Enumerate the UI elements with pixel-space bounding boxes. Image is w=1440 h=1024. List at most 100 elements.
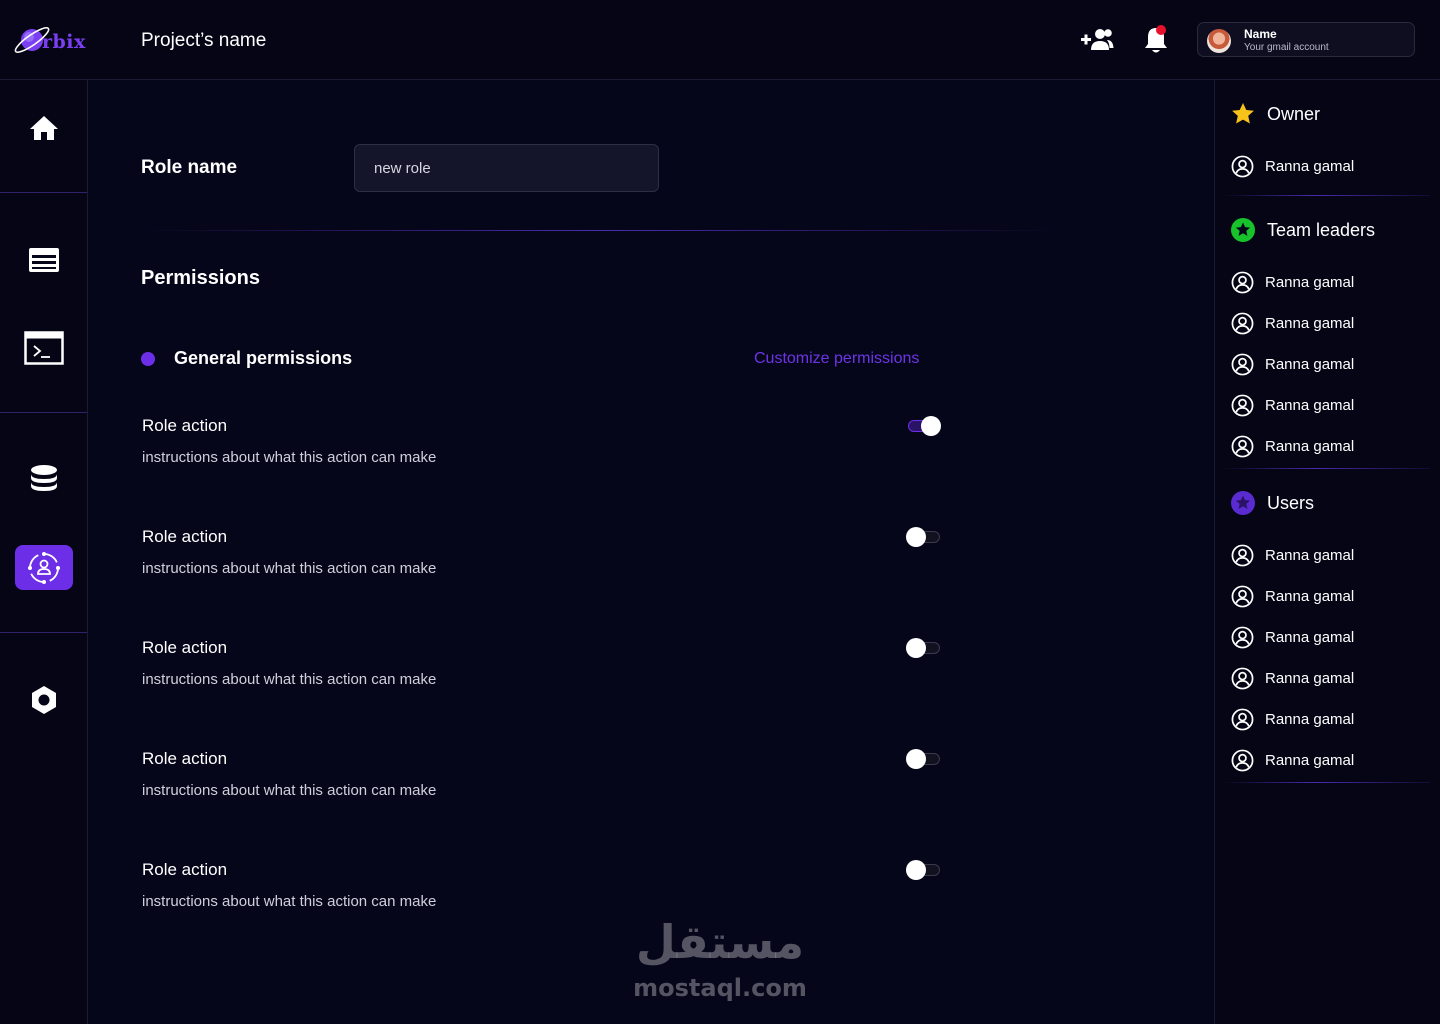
- action-title: Role action: [142, 416, 228, 435]
- roles-icon: [28, 551, 60, 584]
- user-circle-icon: [1231, 353, 1254, 376]
- user-circle-icon: [1231, 585, 1254, 608]
- database-icon: [31, 464, 57, 491]
- action-title: Role action: [142, 860, 228, 879]
- action-description: instructions about what this action can …: [142, 782, 437, 799]
- member-item[interactable]: Ranna gamal: [1231, 353, 1354, 376]
- member-name: Ranna gamal: [1265, 438, 1355, 455]
- home-icon: [30, 115, 58, 140]
- nav-roles[interactable]: [15, 545, 73, 590]
- notifications-button[interactable]: [1141, 24, 1171, 56]
- nav-database[interactable]: [15, 457, 73, 502]
- user-circle-icon: [1231, 155, 1254, 178]
- member-item[interactable]: Ranna gamal: [1231, 312, 1354, 335]
- action-title: Role action: [142, 527, 228, 546]
- member-name: Ranna gamal: [1265, 315, 1355, 332]
- top-header: rbix Project’s name Name Your gmail acco…: [0, 0, 1440, 80]
- user-circle-icon: [1231, 749, 1254, 772]
- member-name: Ranna gamal: [1265, 356, 1355, 373]
- customize-permissions-link[interactable]: Customize permissions: [754, 350, 919, 368]
- member-item[interactable]: Ranna gamal: [1231, 394, 1354, 417]
- toggle-knob: [906, 860, 926, 880]
- user-star-icon: [1231, 491, 1255, 515]
- watermark-arabic: مستقل: [635, 915, 805, 969]
- user-circle-icon: [1231, 435, 1254, 458]
- user-circle-icon: [1231, 394, 1254, 417]
- settings-icon: [32, 685, 56, 714]
- member-name: Ranna gamal: [1265, 588, 1355, 605]
- member-item[interactable]: Ranna gamal: [1231, 749, 1354, 772]
- member-name: Ranna gamal: [1265, 547, 1355, 564]
- project-name[interactable]: Project’s name: [141, 30, 266, 52]
- users-title: Users: [1267, 492, 1315, 513]
- account-name: Name: [1244, 27, 1277, 41]
- nav-settings[interactable]: [15, 677, 73, 722]
- left-sidebar: [0, 80, 88, 1024]
- nav-home[interactable]: [15, 105, 73, 150]
- member-item[interactable]: Ranna gamal: [1231, 435, 1354, 458]
- action-title: Role action: [142, 749, 228, 768]
- member-item[interactable]: Ranna gamal: [1231, 585, 1354, 608]
- member-name: Ranna gamal: [1265, 158, 1355, 175]
- user-circle-icon: [1231, 626, 1254, 649]
- user-circle-icon: [1231, 544, 1254, 567]
- toggle-knob: [906, 749, 926, 769]
- panel-divider: [1222, 782, 1430, 783]
- toggle-knob: [906, 527, 926, 547]
- member-item[interactable]: Ranna gamal: [1231, 708, 1354, 731]
- action-toggle[interactable]: [906, 526, 942, 548]
- owner-section-title: Owner: [1231, 102, 1320, 126]
- terminal-icon: [24, 330, 64, 365]
- action-toggle[interactable]: [906, 637, 942, 659]
- user-circle-icon: [1231, 271, 1254, 294]
- table-icon: [29, 247, 59, 272]
- permissions-title: Permissions: [141, 267, 260, 289]
- general-permissions-title: General permissions: [174, 348, 353, 368]
- general-bullet: [141, 352, 155, 366]
- action-description: instructions about what this action can …: [142, 560, 437, 577]
- nav-console[interactable]: [15, 325, 73, 370]
- action-toggle[interactable]: [906, 415, 942, 437]
- sidebar-divider: [0, 632, 87, 633]
- role-name-input[interactable]: [354, 144, 659, 192]
- member-item[interactable]: Ranna gamal: [1231, 155, 1354, 178]
- account-menu[interactable]: Name Your gmail account: [1197, 22, 1415, 57]
- add-user-icon[interactable]: [1080, 27, 1114, 53]
- owner-title: Owner: [1267, 103, 1321, 124]
- user-circle-icon: [1231, 708, 1254, 731]
- member-name: Ranna gamal: [1265, 274, 1355, 291]
- panel-divider: [1222, 195, 1430, 196]
- action-title: Role action: [142, 638, 228, 657]
- member-name: Ranna gamal: [1265, 397, 1355, 414]
- member-item[interactable]: Ranna gamal: [1231, 544, 1354, 567]
- toggle-knob: [921, 416, 941, 436]
- member-name: Ranna gamal: [1265, 670, 1355, 687]
- sidebar-divider: [0, 412, 87, 413]
- member-item[interactable]: Ranna gamal: [1231, 626, 1354, 649]
- nav-tables[interactable]: [15, 237, 73, 282]
- star-icon: [1232, 103, 1254, 124]
- section-divider: [141, 230, 1061, 231]
- bell-icon: [1145, 25, 1167, 53]
- member-item[interactable]: Ranna gamal: [1231, 271, 1354, 294]
- action-toggle[interactable]: [906, 748, 942, 770]
- team-leaders-title: Team leaders: [1267, 219, 1376, 240]
- logo-text: rbix: [42, 31, 86, 53]
- user-circle-icon: [1231, 667, 1254, 690]
- action-toggle[interactable]: [906, 859, 942, 881]
- member-item[interactable]: Ranna gamal: [1231, 667, 1354, 690]
- member-name: Ranna gamal: [1265, 711, 1355, 728]
- team-leaders-section-title: Team leaders: [1231, 218, 1375, 242]
- action-description: instructions about what this action can …: [142, 671, 437, 688]
- action-description: instructions about what this action can …: [142, 893, 437, 910]
- leader-star-icon: [1231, 218, 1255, 242]
- user-circle-icon: [1231, 312, 1254, 335]
- watermark-latin: mostaql.com: [633, 974, 807, 1002]
- member-name: Ranna gamal: [1265, 629, 1355, 646]
- sidebar-divider: [0, 192, 87, 193]
- account-email: Your gmail account: [1244, 42, 1329, 53]
- panel-divider: [1222, 468, 1430, 469]
- role-name-label: Role name: [141, 157, 238, 178]
- avatar: [1207, 29, 1231, 53]
- action-description: instructions about what this action can …: [142, 449, 437, 466]
